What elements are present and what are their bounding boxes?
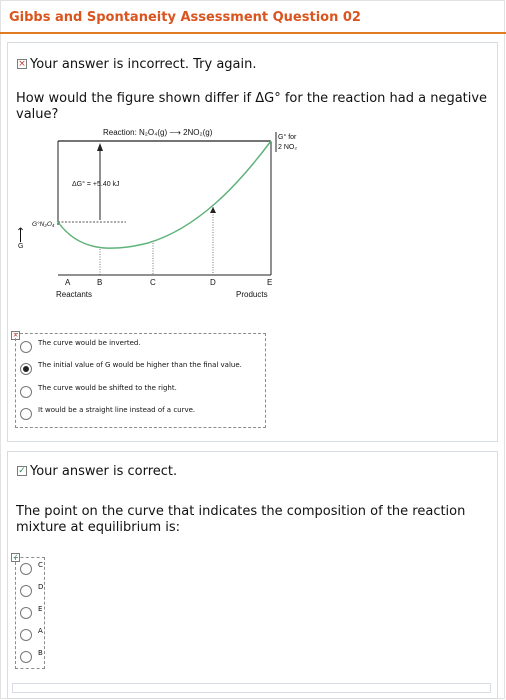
option-row[interactable]: It would be a straight line instead of a… — [16, 405, 265, 423]
option-label: The curve would be inverted. — [38, 339, 141, 347]
option-radio[interactable] — [20, 651, 32, 663]
correct-icon: ✓ — [17, 466, 27, 476]
g-n2o4-label: G°N₂O₄ — [32, 220, 55, 228]
point-d-label: D — [210, 278, 216, 287]
reactants-label: Reactants — [56, 290, 92, 299]
gibbs-curve — [57, 140, 272, 249]
option-radio[interactable] — [20, 563, 32, 575]
g-axis-arrow: ⟵ — [14, 227, 26, 243]
option-row[interactable]: The curve would be shifted to the right. — [16, 383, 265, 401]
answer-options-2: C D E A B — [15, 557, 45, 669]
question-text-line1: The point on the curve that indicates th… — [16, 504, 466, 519]
title-bar: Gibbs and Spontaneity Assessment Questio… — [0, 0, 506, 34]
option-radio-selected[interactable] — [20, 363, 32, 375]
option-label: C — [38, 561, 43, 569]
option-radio[interactable] — [20, 629, 32, 641]
point-b-label: B — [97, 278, 102, 287]
option-radio[interactable] — [20, 341, 32, 353]
option-radio[interactable] — [20, 585, 32, 597]
option-row[interactable]: The curve would be inverted. — [16, 338, 265, 356]
question-card-2: ✓ Your answer is correct. The point on t… — [7, 451, 498, 699]
option-row[interactable]: D — [16, 582, 44, 600]
option-row[interactable]: C — [16, 560, 44, 578]
option-row[interactable]: The initial value of G would be higher t… — [16, 360, 265, 378]
option-radio[interactable] — [20, 408, 32, 420]
incorrect-icon: × — [17, 59, 27, 69]
option-label: E — [38, 605, 43, 613]
option-radio[interactable] — [20, 607, 32, 619]
point-c-label: C — [150, 278, 156, 287]
option-label: The curve would be shifted to the right. — [38, 384, 177, 392]
option-label: B — [38, 649, 43, 657]
delta-g-label: ΔG° = +5.40 kJ — [72, 180, 120, 188]
products-label: Products — [236, 290, 268, 299]
option-row[interactable]: B — [16, 648, 44, 666]
option-label: It would be a straight line instead of a… — [38, 406, 196, 414]
question-text-line2: mixture at equilibrium is: — [16, 520, 181, 535]
next-question-edge — [12, 683, 491, 693]
option-label: The initial value of G would be higher t… — [38, 361, 242, 369]
question-text-line1: How would the figure shown differ if ΔG°… — [16, 91, 488, 106]
answer-options-1: The curve would be inverted. The initial… — [15, 333, 266, 428]
figure-reaction-label: Reaction: N₂O₄(g) ⟶ 2NO₂(g) — [103, 128, 213, 137]
question-text-line2: value? — [16, 107, 59, 122]
answer-status: Your answer is correct. — [30, 464, 178, 479]
g-axis-label: G — [18, 243, 23, 250]
page-title: Gibbs and Spontaneity Assessment Questio… — [9, 10, 361, 25]
gibbs-figure: Reaction: N₂O₄(g) ⟶ 2NO₂(g) ΔG° = +5.40 … — [14, 128, 297, 299]
question-card-1: × Your answer is incorrect. Try again. H… — [7, 42, 498, 442]
option-label: D — [38, 583, 44, 591]
g-no2-label-2: 2 NO₂ — [278, 144, 297, 151]
option-radio[interactable] — [20, 386, 32, 398]
option-label: A — [38, 627, 43, 635]
option-row[interactable]: A — [16, 626, 44, 644]
point-a-label: A — [65, 278, 71, 287]
g-no2-label-1: G° for — [278, 133, 297, 141]
answer-status: Your answer is incorrect. Try again. — [30, 57, 257, 72]
point-e-label: E — [267, 278, 272, 287]
option-row[interactable]: E — [16, 604, 44, 622]
